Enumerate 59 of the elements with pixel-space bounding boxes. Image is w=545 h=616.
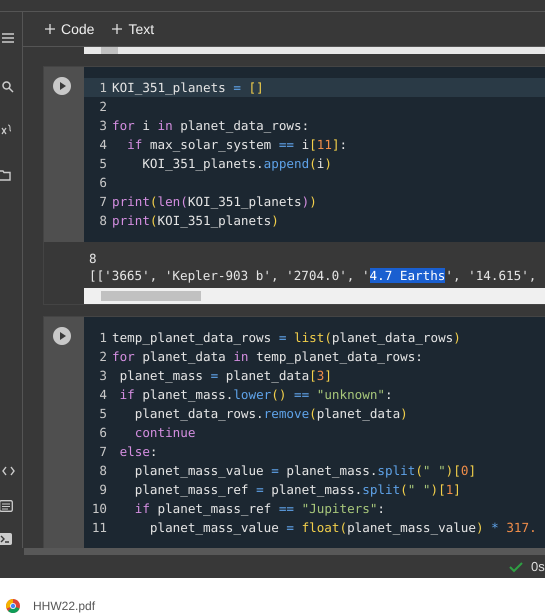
round-icon[interactable] [5,598,21,614]
search-icon[interactable] [2,81,14,93]
run-button[interactable] [53,327,71,345]
code-line: print(KOI_351_planets) [112,213,279,228]
plus-icon [112,24,122,34]
menu-icon[interactable] [2,33,14,43]
line-number: 8 [98,463,108,478]
line-number: 6 [98,425,108,440]
horizontal-scrollbar[interactable] [84,47,545,54]
code-line: for planet_data in temp_planet_data_rows: [112,349,423,364]
code-line: planet_mass_value = float(planet_mass_value) * 317. [148,520,537,535]
line-number: 2 [98,99,108,114]
line-number: 2 [98,349,108,364]
line-number: 4 [98,137,108,152]
add-button[interactable]: Code [39,17,100,41]
code-line: continue [134,425,196,440]
line-number: 4 [98,387,108,402]
list-icon[interactable] [0,500,13,512]
output-text: [['3665', 'Kepler-903 b', '2704.0', '4.7 Earths', '14.615', [89,267,538,284]
horizontal-scrollbar[interactable] [24,548,545,555]
code-line: KOI_351_planets.append(i) [141,156,332,171]
folder-icon[interactable] [0,170,11,181]
add-button[interactable]: Text [106,17,160,41]
code-line: planet_mass_value = planet_mass.split(" ")[0] [134,463,476,478]
line-number: 5 [98,406,108,421]
code-editor[interactable]: 1 KOI_351_planets = [] 2 3 for i in planet_data_rows: 4 if max_solar_system == i[11]: 5 KOI_351_planets.append(i) 6 7 print(len(KOI_351_planets)) 8 print(KOI_351_planets) [84,67,545,242]
code-line: if max_solar_system == i[11]: [126,137,348,152]
line-number: 11 [90,520,108,535]
line-number: 7 [98,194,108,209]
plus-icon [45,24,55,34]
file-name[interactable]: HHW22.pdf [33,599,96,613]
code-line: planet_mass_ref = planet_mass.split(" ")[1] [134,482,461,497]
run-button[interactable] [53,77,71,95]
line-number: 3 [98,118,108,133]
code-line: for i in planet_data_rows: [112,118,310,133]
line-number: 9 [98,482,108,497]
code-line: if planet_mass_ref == "Jupiters": [134,501,385,516]
code-icon[interactable] [2,466,15,476]
horizontal-scrollbar[interactable] [84,288,545,304]
line-number: 7 [98,444,108,459]
line-number: 5 [98,156,108,171]
line-number: 8 [98,213,108,228]
line-number: 10 [90,501,108,516]
code-line: planet_mass = planet_data[3] [118,368,332,383]
line-number: 1 [98,330,108,345]
line-number: 1 [98,80,108,95]
code-line: else: [118,444,158,459]
code-editor[interactable] [84,317,545,548]
terminal-icon[interactable] [0,533,12,545]
output-text: 8 [89,250,98,267]
code-line: if planet_mass.lower() == "unknown": [118,387,393,402]
elapsed-time: 0s [531,559,545,574]
code-line: print(len(KOI_351_planets)) [112,194,317,209]
check-icon [509,560,523,572]
code-line: planet_data_rows.remove(planet_data) [134,406,408,421]
code-line: temp_planet_data_rows = list(planet_data_rows) [112,330,461,345]
code-line: KOI_351_planets = [] [112,80,264,95]
line-number: 6 [98,175,108,190]
line-number: 3 [98,368,108,383]
